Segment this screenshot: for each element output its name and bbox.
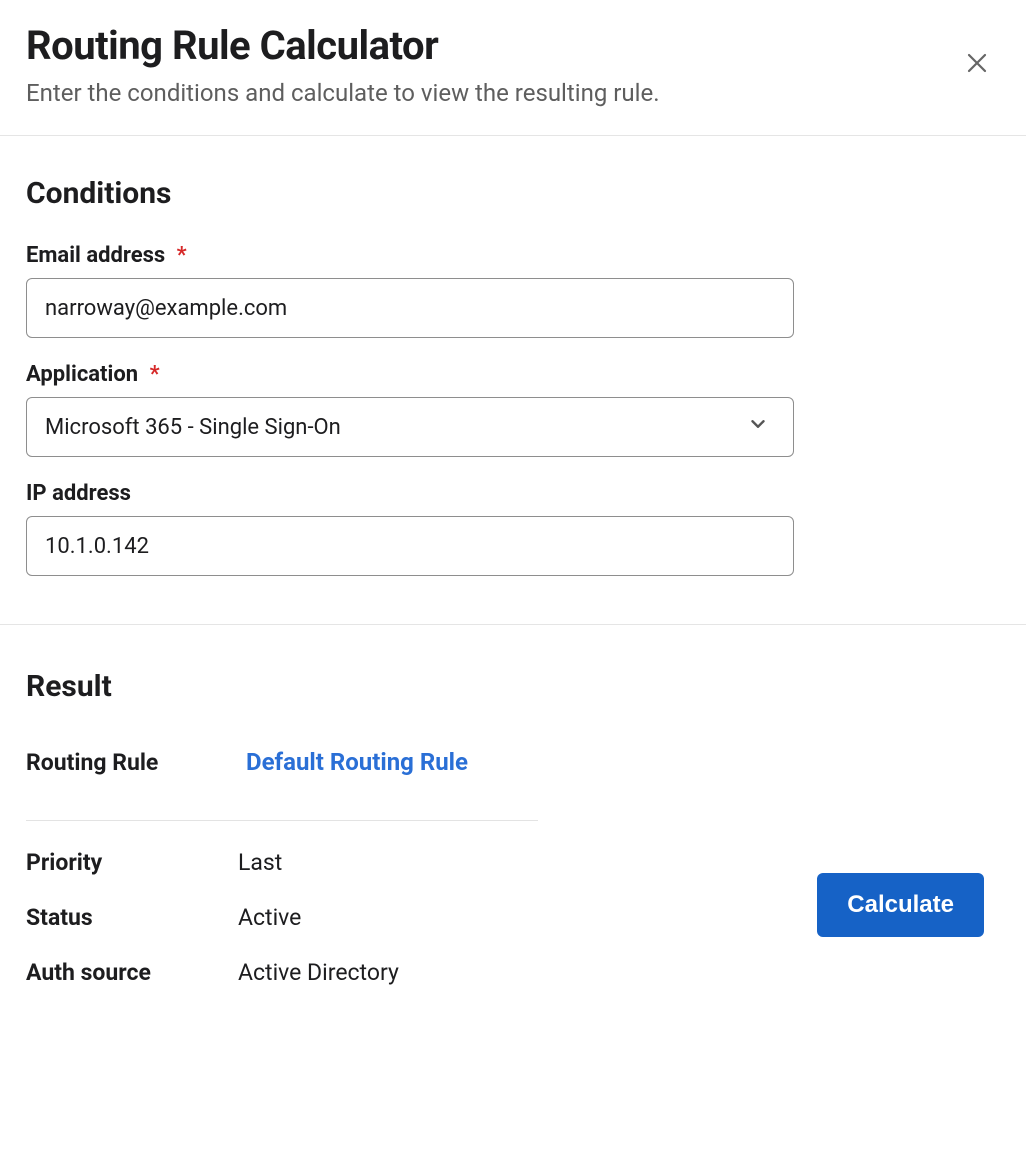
email-label: Email address * (26, 243, 1000, 268)
routing-rule-link[interactable]: Default Routing Rule (246, 748, 468, 776)
page-title: Routing Rule Calculator (26, 22, 1000, 69)
auth-source-value: Active Directory (238, 959, 399, 986)
application-select-value: Microsoft 365 - Single Sign-On (45, 415, 341, 440)
page-subtitle: Enter the conditions and calculate to vi… (26, 79, 1000, 107)
application-label: Application * (26, 362, 1000, 387)
ip-field-group: IP address (26, 481, 1000, 576)
status-label: Status (26, 904, 238, 931)
priority-value: Last (238, 849, 282, 876)
email-field-group: Email address * (26, 243, 1000, 338)
calculate-button[interactable]: Calculate (817, 873, 984, 937)
ip-label: IP address (26, 481, 1000, 506)
ip-input[interactable] (26, 516, 794, 576)
conditions-heading: Conditions (26, 176, 1000, 211)
close-button[interactable] (966, 52, 988, 74)
result-heading: Result (26, 669, 1000, 704)
conditions-section: Conditions Email address * Application *… (0, 136, 1026, 625)
priority-label: Priority (26, 849, 238, 876)
routing-rule-row: Routing Rule Default Routing Rule (26, 748, 1000, 820)
required-indicator: * (150, 362, 160, 387)
auth-source-label: Auth source (26, 959, 238, 986)
result-section: Result Routing Rule Default Routing Rule… (0, 625, 1026, 1026)
auth-source-row: Auth source Active Directory (26, 959, 1000, 986)
required-indicator: * (177, 243, 187, 268)
chevron-down-icon (747, 413, 769, 441)
email-input[interactable] (26, 278, 794, 338)
result-divider (26, 820, 538, 821)
status-value: Active (238, 904, 301, 931)
close-icon (966, 52, 988, 74)
routing-rule-label: Routing Rule (26, 749, 238, 776)
dialog-header: Routing Rule Calculator Enter the condit… (0, 0, 1026, 136)
application-select[interactable]: Microsoft 365 - Single Sign-On (26, 397, 794, 457)
application-field-group: Application * Microsoft 365 - Single Sig… (26, 362, 1000, 457)
priority-row: Priority Last (26, 849, 1000, 876)
